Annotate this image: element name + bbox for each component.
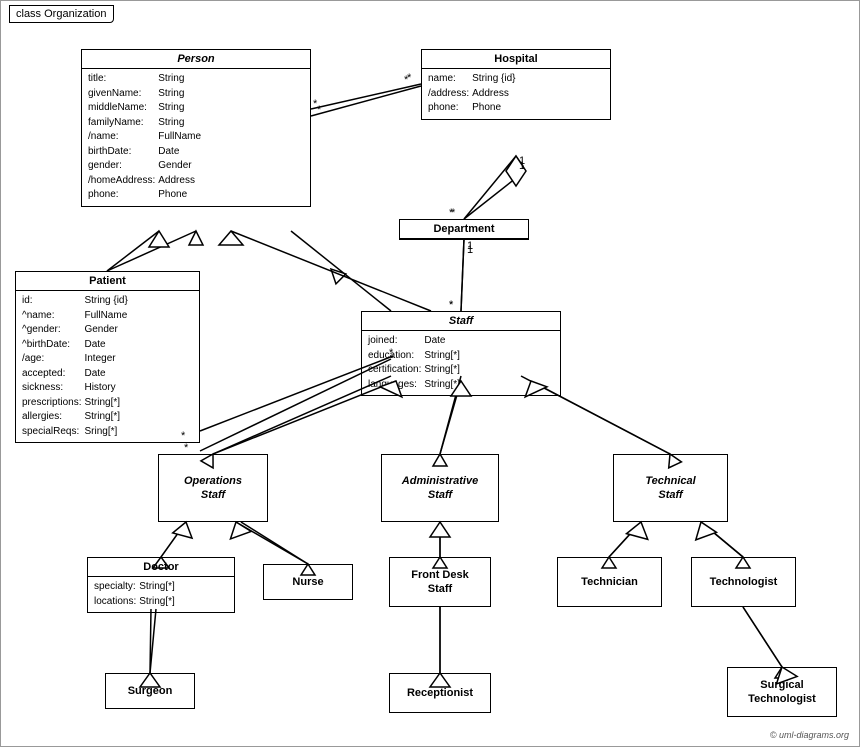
administrative-staff-box: AdministrativeStaff [381, 454, 499, 522]
staff-body: joined:Date education:String[*] certific… [362, 331, 560, 395]
svg-text:*: * [184, 442, 189, 454]
person-header: Person [82, 50, 310, 69]
svg-text:*: * [449, 299, 454, 311]
patient-box: Patient id:String {id} ^name:FullName ^g… [15, 271, 200, 443]
svg-text:*: * [317, 104, 322, 116]
technician-label: Technician [581, 575, 638, 589]
patient-body: id:String {id} ^name:FullName ^gender:Ge… [16, 291, 199, 442]
nurse-box: Nurse [263, 564, 353, 600]
svg-text:1: 1 [519, 155, 525, 167]
hospital-box: Hospital name:String {id} /address:Addre… [421, 49, 611, 120]
operations-staff-box: OperationsStaff [158, 454, 268, 522]
technologist-box: Technologist [691, 557, 796, 607]
diagram-container: class Organization Person title:String g… [0, 0, 860, 747]
hospital-body: name:String {id} /address:Address phone:… [422, 69, 610, 119]
staff-header: Staff [362, 312, 560, 331]
department-header: Department [400, 220, 528, 239]
front-desk-staff-label: Front DeskStaff [411, 568, 468, 597]
technical-staff-label: TechnicalStaff [645, 474, 695, 503]
surgeon-box: Surgeon [105, 673, 195, 709]
doctor-header: Doctor [88, 558, 234, 577]
diagram-title: class Organization [9, 5, 114, 23]
person-body: title:String givenName:String middleName… [82, 69, 310, 206]
administrative-staff-label: AdministrativeStaff [402, 474, 478, 503]
svg-text:*: * [449, 299, 454, 311]
technician-box: Technician [557, 557, 662, 607]
surgical-technologist-box: SurgicalTechnologist [727, 667, 837, 717]
doctor-box: Doctor specialty:String[*] locations:Str… [87, 557, 235, 613]
svg-text:*: * [407, 72, 412, 84]
svg-text:1: 1 [467, 244, 473, 256]
technical-staff-box: TechnicalStaff [613, 454, 728, 522]
receptionist-box: Receptionist [389, 673, 491, 713]
doctor-body: specialty:String[*] locations:String[*] [88, 577, 234, 612]
operations-staff-label: OperationsStaff [184, 474, 242, 503]
svg-text:1: 1 [467, 240, 473, 252]
svg-text:*: * [404, 74, 409, 86]
copyright: © uml-diagrams.org [770, 730, 849, 740]
svg-text:1: 1 [519, 160, 525, 172]
svg-text:*: * [449, 207, 454, 219]
surgical-technologist-label: SurgicalTechnologist [748, 678, 816, 707]
person-box: Person title:String givenName:String mid… [81, 49, 311, 207]
svg-text:*: * [451, 207, 456, 219]
department-box: Department [399, 219, 529, 240]
nurse-label: Nurse [292, 575, 323, 589]
patient-header: Patient [16, 272, 199, 291]
technologist-label: Technologist [710, 575, 778, 589]
staff-box: Staff joined:Date education:String[*] ce… [361, 311, 561, 396]
surgeon-label: Surgeon [128, 684, 173, 698]
svg-text:*: * [313, 98, 318, 110]
hospital-header: Hospital [422, 50, 610, 69]
front-desk-staff-box: Front DeskStaff [389, 557, 491, 607]
receptionist-label: Receptionist [407, 686, 473, 700]
